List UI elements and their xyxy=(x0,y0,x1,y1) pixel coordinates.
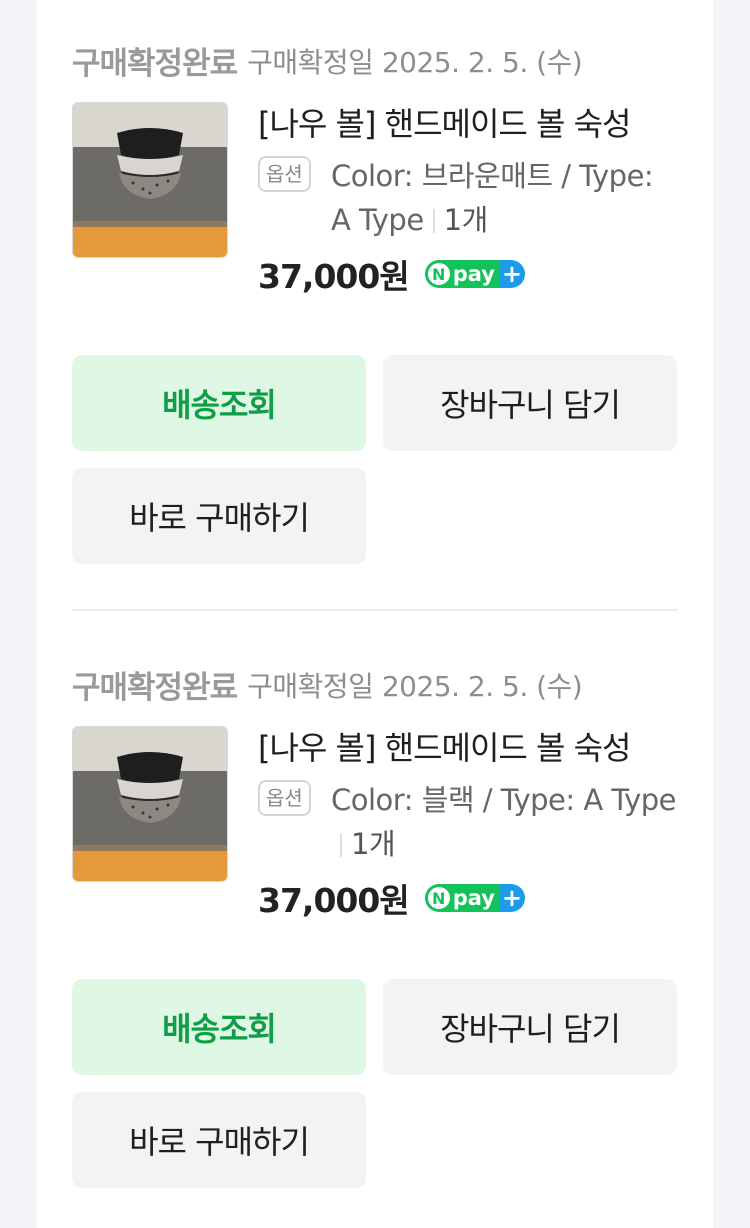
npay-n-icon: N xyxy=(427,887,450,909)
quantity: 1개 xyxy=(351,827,396,861)
product-info: [나우 볼] 핸드메이드 볼 숙성 옵션 Color: 블랙 / Type: A… xyxy=(258,726,678,924)
order-divider xyxy=(72,609,678,611)
option-divider xyxy=(340,833,342,857)
option-divider xyxy=(432,209,435,233)
product-title[interactable]: [나우 볼] 핸드메이드 볼 숙성 xyxy=(258,102,670,146)
option-text-wrap: Color: 블랙 / Type: A Type 1개 xyxy=(331,778,678,866)
option-text: Color: 브라운매트 / Type: A Type xyxy=(331,159,654,237)
add-to-cart-button[interactable]: 장바구니 담기 xyxy=(383,979,677,1075)
track-delivery-button[interactable]: 배송조회 xyxy=(72,979,366,1075)
option-row: 옵션 Color: 블랙 / Type: A Type 1개 xyxy=(258,778,678,868)
npay-label: pay xyxy=(452,262,495,286)
option-badge: 옵션 xyxy=(258,156,311,192)
option-badge: 옵션 xyxy=(258,780,311,816)
option-text: Color: 블랙 / Type: A Type xyxy=(331,783,677,817)
product-info: [나우 볼] 핸드메이드 볼 숙성 옵션 Color: 브라운매트 / Type… xyxy=(258,102,678,300)
npay-main: Npay xyxy=(424,260,499,288)
order-status: 구매확정완료 xyxy=(72,46,238,82)
order-status: 구매확정완료 xyxy=(72,670,238,706)
confirm-date: 구매확정일 2025. 2. 5. (수) xyxy=(247,45,583,79)
buy-now-button[interactable]: 바로 구매하기 xyxy=(72,1092,366,1188)
add-to-cart-button[interactable]: 장바구니 담기 xyxy=(383,355,677,451)
product-thumbnail[interactable] xyxy=(72,102,228,258)
product-image xyxy=(73,103,227,257)
order-list-card: 구매확정완료 구매확정일 2025. 2. 5. (수) [나우 볼] 핸드메이드 xyxy=(37,0,713,1228)
price-row: 37,000원 Npay + xyxy=(258,872,678,924)
npay-plus-icon: + xyxy=(498,884,525,912)
npay-plus-icon: + xyxy=(498,260,525,288)
npay-label: pay xyxy=(452,886,495,910)
option-text-wrap: Color: 브라운매트 / Type: A Type 1개 xyxy=(331,154,678,242)
order-header: 구매확정완료 구매확정일 2025. 2. 5. (수) xyxy=(72,38,583,83)
order-item: 구매확정완료 구매확정일 2025. 2. 5. (수) [나우 볼] 핸드메이드 xyxy=(72,662,678,1192)
price-row: 37,000원 Npay + xyxy=(258,248,678,300)
order-item: 구매확정완료 구매확정일 2025. 2. 5. (수) [나우 볼] 핸드메이드 xyxy=(72,38,678,568)
confirm-date: 구매확정일 2025. 2. 5. (수) xyxy=(247,669,583,703)
product-title[interactable]: [나우 볼] 핸드메이드 볼 숙성 xyxy=(258,726,670,770)
product-thumbnail[interactable] xyxy=(72,726,228,882)
order-header: 구매확정완료 구매확정일 2025. 2. 5. (수) xyxy=(72,662,583,707)
price: 37,000원 xyxy=(258,257,410,296)
option-row: 옵션 Color: 브라운매트 / Type: A Type 1개 xyxy=(258,154,678,244)
npay-main: Npay xyxy=(424,884,499,912)
price: 37,000원 xyxy=(258,881,410,920)
npay-n-icon: N xyxy=(427,263,450,285)
product-image xyxy=(73,727,227,881)
npay-plus-badge: Npay + xyxy=(424,260,525,288)
buy-now-button[interactable]: 바로 구매하기 xyxy=(72,468,366,564)
npay-plus-badge: Npay + xyxy=(424,884,525,912)
track-delivery-button[interactable]: 배송조회 xyxy=(72,355,366,451)
quantity: 1개 xyxy=(443,203,489,237)
